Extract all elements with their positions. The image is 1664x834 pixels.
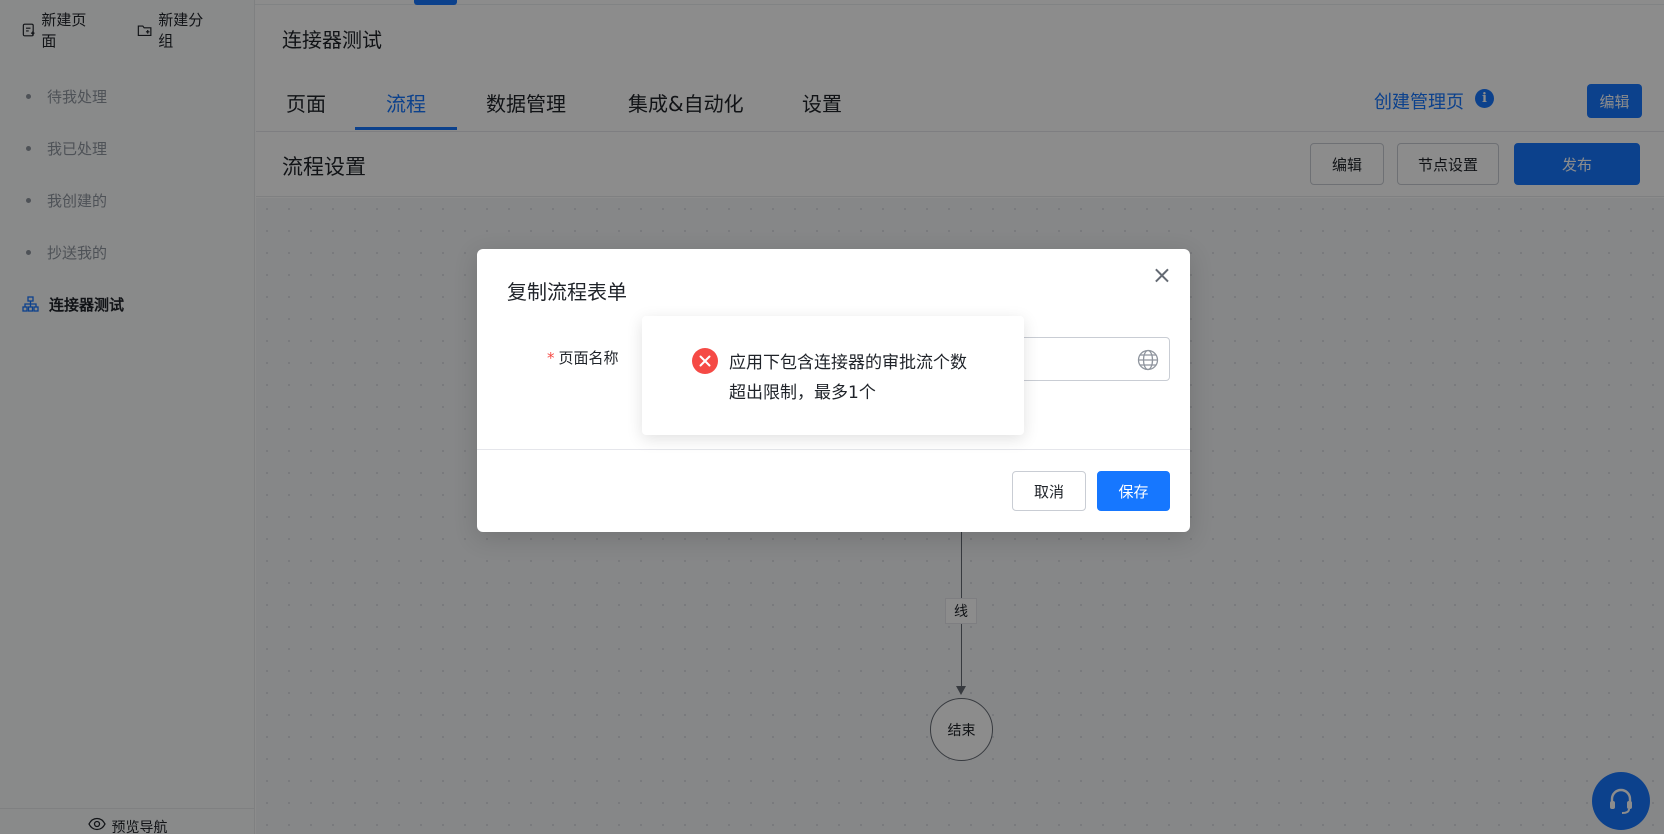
save-button[interactable]: 保存: [1097, 471, 1170, 511]
error-icon: [692, 348, 718, 374]
cancel-button[interactable]: 取消: [1012, 471, 1086, 511]
dialog-divider: [477, 449, 1190, 450]
dialog-title: 复制流程表单: [507, 280, 627, 304]
error-message: 应用下包含连接器的审批流个数超出限制，最多1个: [729, 353, 967, 403]
error-toast: 应用下包含连接器的审批流个数超出限制，最多1个: [642, 316, 1024, 435]
page-name-label-text: 页面名称: [558, 349, 619, 367]
close-icon[interactable]: ×: [1152, 261, 1172, 289]
required-mark: *: [547, 349, 555, 367]
globe-icon[interactable]: [1137, 349, 1159, 371]
page-name-label: * 页面名称: [547, 347, 647, 368]
